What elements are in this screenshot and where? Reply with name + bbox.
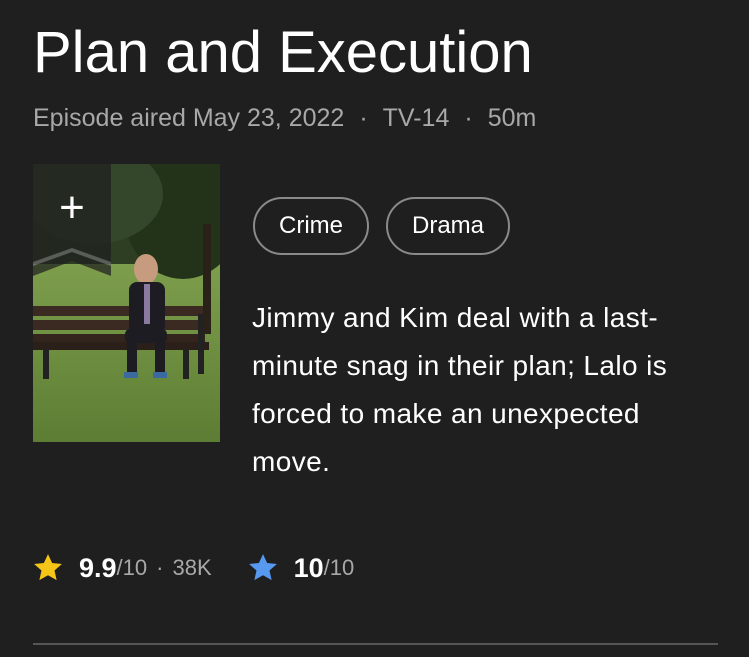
genre-chips: Crime Drama [253, 197, 511, 255]
episode-poster[interactable]: + [33, 164, 220, 442]
imdb-rating-value: 9.9 [79, 552, 117, 583]
genre-chip-drama[interactable]: Drama [386, 197, 511, 255]
episode-title: Plan and Execution [33, 20, 533, 85]
genre-chip-crime[interactable]: Crime [253, 197, 369, 255]
content-rating: TV-14 [382, 104, 450, 132]
episode-metadata: Episode aired May 23, 2022 · TV-14 · 50m [33, 102, 536, 134]
star-icon [34, 554, 62, 581]
imdb-rating-max: /10 [116, 555, 148, 580]
imdb-vote-count: 38K [172, 555, 212, 580]
plot-summary[interactable]: Jimmy and Kim deal with a last-minute sn… [252, 294, 722, 486]
add-to-watchlist-button[interactable]: + [33, 164, 111, 276]
user-rating-button[interactable]: 10 /10 [246, 551, 355, 585]
user-rating-value: 10 [293, 552, 324, 583]
plus-icon: + [59, 183, 85, 232]
imdb-rating[interactable]: 9.9 /10 · 38K [31, 551, 212, 585]
metadata-separator: · [464, 104, 473, 132]
section-divider [33, 643, 718, 645]
air-date: Episode aired May 23, 2022 [33, 104, 345, 132]
episode-detail-page: Plan and Execution Episode aired May 23,… [0, 0, 749, 657]
imdb-star-shape [34, 554, 62, 581]
star-icon [248, 554, 277, 581]
user-star-shape [248, 554, 277, 581]
metadata-separator: · [359, 104, 368, 132]
user-rating-max: /10 [323, 555, 355, 580]
rating-separator: · [156, 555, 164, 580]
runtime: 50m [487, 104, 537, 132]
ratings-bar: 9.9 /10 · 38K 10 /10 [31, 550, 354, 586]
